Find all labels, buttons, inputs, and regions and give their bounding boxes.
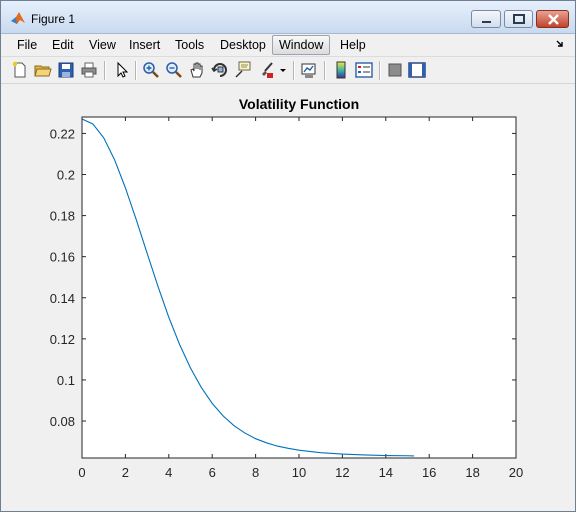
menu-view[interactable]: View [83, 35, 122, 55]
x-tick-label: 4 [165, 465, 172, 480]
chart-title: Volatility Function [239, 96, 359, 112]
title-bar[interactable]: Figure 1 [1, 1, 575, 34]
x-tick-label: 10 [292, 465, 306, 480]
colorbar-icon[interactable] [332, 61, 350, 79]
x-tick-label: 2 [122, 465, 129, 480]
figure-toolbar [1, 56, 575, 84]
matlab-logo-icon [11, 12, 25, 24]
y-tick-label: 0.14 [50, 291, 75, 306]
y-tick-label: 0.08 [50, 414, 75, 429]
toolbar-separator [104, 61, 106, 80]
axes-area[interactable] [82, 117, 516, 458]
x-tick-label: 8 [252, 465, 259, 480]
dock-arrow-icon[interactable] [555, 39, 565, 49]
brush-dropdown-icon[interactable] [278, 61, 288, 79]
menu-insert[interactable]: Insert [123, 35, 166, 55]
show-plot-tools-icon[interactable] [408, 61, 426, 79]
rotate-3d-icon[interactable] [211, 61, 229, 79]
menu-edit[interactable]: Edit [46, 35, 80, 55]
y-tick-label: 0.16 [50, 250, 75, 265]
minimize-icon [482, 21, 491, 23]
y-tick-label: 0.18 [50, 209, 75, 224]
x-tick-label: 0 [78, 465, 85, 480]
menu-window[interactable]: Window [272, 35, 331, 55]
menu-desktop[interactable]: Desktop [214, 35, 272, 55]
edit-plot-arrow-icon[interactable] [112, 61, 130, 79]
close-button[interactable] [536, 10, 569, 28]
menu-bar: File Edit View Insert Tools Desktop Wind… [1, 33, 575, 55]
toolbar-separator [293, 61, 295, 80]
hide-plot-tools-icon[interactable] [386, 61, 404, 79]
figure-window: Figure 1 File Edit View Insert Tools Des… [0, 0, 576, 512]
print-icon[interactable] [80, 61, 98, 79]
y-tick-label: 0.2 [57, 168, 75, 183]
menu-help[interactable]: Help [334, 35, 372, 55]
save-icon[interactable] [57, 61, 75, 79]
brush-icon[interactable] [257, 61, 275, 79]
x-tick-label: 12 [335, 465, 349, 480]
toolbar-separator [135, 61, 137, 80]
zoom-in-icon[interactable] [142, 61, 160, 79]
maximize-icon [513, 14, 525, 24]
close-icon [548, 14, 559, 25]
y-tick-label: 0.1 [57, 373, 75, 388]
menu-tools[interactable]: Tools [169, 35, 210, 55]
x-tick-label: 18 [465, 465, 479, 480]
maximize-button[interactable] [504, 10, 533, 28]
toolbar-separator [379, 61, 381, 80]
open-file-icon[interactable] [34, 61, 52, 79]
minimize-button[interactable] [471, 10, 501, 28]
legend-icon[interactable] [355, 61, 373, 79]
pan-hand-icon[interactable] [188, 61, 206, 79]
x-tick-label: 20 [509, 465, 523, 480]
data-cursor-icon[interactable] [234, 61, 252, 79]
plot-svg: 0 2 4 6 8 10 12 14 16 18 20 0.08 0.1 0.12 0.14 0.16 0.18… [50, 96, 524, 480]
x-tick-label: 6 [209, 465, 216, 480]
new-figure-icon[interactable] [11, 61, 29, 79]
y-tick-label: 0.22 [50, 126, 75, 141]
link-plot-icon[interactable] [300, 61, 318, 79]
window-title: Figure 1 [31, 12, 76, 26]
figure-canvas: 0 2 4 6 8 10 12 14 16 18 20 0.08 0.1 0.12 0.14 0.16 0.18… [9, 85, 569, 503]
zoom-out-icon[interactable] [165, 61, 183, 79]
y-tick-label: 0.12 [50, 332, 75, 347]
x-tick-label: 16 [422, 465, 436, 480]
x-tick-label: 14 [379, 465, 393, 480]
menu-file[interactable]: File [11, 35, 43, 55]
toolbar-separator [324, 61, 326, 80]
